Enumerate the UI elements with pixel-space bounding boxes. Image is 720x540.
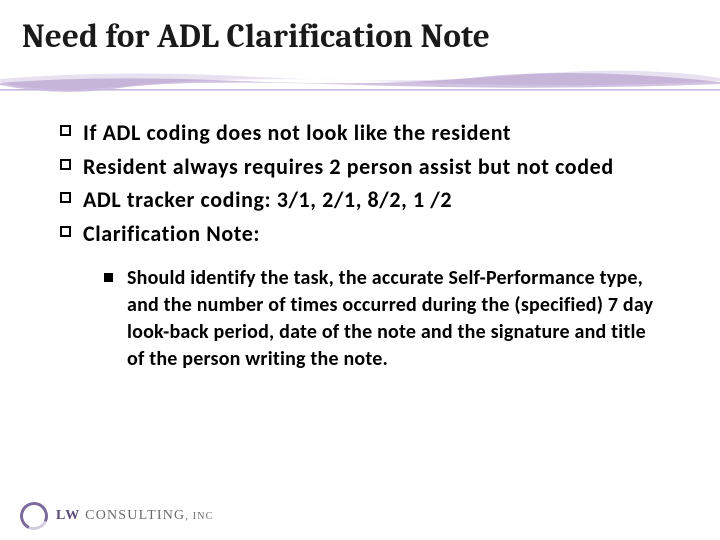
title-band: Need for ADL Clarification Note (0, 0, 720, 100)
bullet-text: ADL tracker coding: 3/1, 2/1, 8/2, 1 /2 (83, 185, 452, 215)
list-item: Should identify the task, the accurate S… (104, 265, 660, 373)
list-item: Clarification Note: (60, 219, 660, 249)
logo-ring-icon (16, 498, 52, 534)
footer-logo: LW CONSULTING, INC (20, 502, 214, 530)
slide-title: Need for ADL Clarification Note (22, 18, 698, 56)
bullet-open-square-icon (60, 192, 71, 203)
bullet-text: Clarification Note: (83, 219, 260, 249)
list-item: Resident always requires 2 person assist… (60, 152, 660, 182)
content-area: If ADL coding does not look like the res… (0, 100, 720, 373)
logo-consulting: CONSULTING (80, 508, 185, 523)
bullet-text: If ADL coding does not look like the res… (83, 118, 511, 148)
bullet-filled-square-icon (104, 273, 113, 282)
bullet-open-square-icon (60, 159, 71, 170)
decorative-wave (0, 67, 720, 92)
logo-inc: , INC (185, 511, 213, 522)
bullet-text: Resident always requires 2 person assist… (83, 152, 614, 182)
sub-bullet-text: Should identify the task, the accurate S… (127, 265, 660, 373)
list-item: ADL tracker coding: 3/1, 2/1, 8/2, 1 /2 (60, 185, 660, 215)
sub-bullet-list: Should identify the task, the accurate S… (104, 265, 660, 373)
logo-text: LW CONSULTING, INC (56, 508, 214, 524)
bullet-open-square-icon (60, 226, 71, 237)
bullet-open-square-icon (60, 125, 71, 136)
list-item: If ADL coding does not look like the res… (60, 118, 660, 148)
bullet-list: If ADL coding does not look like the res… (60, 118, 660, 249)
logo-lw: LW (56, 508, 80, 523)
